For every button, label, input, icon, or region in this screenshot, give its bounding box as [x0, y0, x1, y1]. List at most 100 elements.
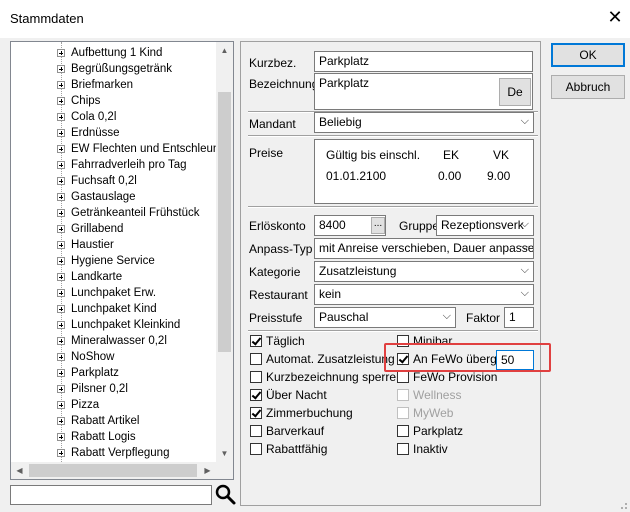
tree-item[interactable]: Pilsner 0,2l [57, 381, 128, 397]
expand-icon[interactable] [57, 433, 65, 441]
expand-icon[interactable] [57, 161, 65, 169]
search-icon[interactable] [213, 482, 237, 506]
tree-item[interactable]: Getränkeanteil Frühstück [57, 205, 199, 221]
tree-item[interactable]: Parkplatz [57, 365, 119, 381]
expand-icon[interactable] [57, 289, 65, 297]
checkbox-checked-icon[interactable] [250, 389, 262, 401]
kategorie-select[interactable]: Zusatzleistung ⌵ [314, 261, 534, 282]
tree-item[interactable]: Begrüßungsgetränk [57, 61, 172, 77]
faktor-field[interactable]: 1 [504, 307, 534, 328]
checkbox-checked-icon[interactable] [250, 407, 262, 419]
expand-icon[interactable] [57, 177, 65, 185]
expand-icon[interactable] [57, 385, 65, 393]
expand-icon[interactable] [57, 401, 65, 409]
erloeskonto-browse-button[interactable]: ... [371, 217, 385, 234]
expand-icon[interactable] [57, 65, 65, 73]
checkbox-checkboxes_right-2[interactable]: FeWo Provision [397, 370, 497, 386]
expand-icon[interactable] [57, 353, 65, 361]
checkbox-checkboxes_left-4[interactable]: Zimmerbuchung [250, 406, 353, 422]
cancel-button[interactable]: Abbruch [551, 75, 625, 99]
search-input[interactable] [10, 485, 212, 505]
expand-icon[interactable] [57, 129, 65, 137]
tree-item[interactable]: Hygiene Service [57, 253, 155, 269]
checkbox-empty-icon[interactable] [250, 443, 262, 455]
mandant-select[interactable]: Beliebig ⌵ [314, 112, 534, 133]
checkbox-empty-icon[interactable] [250, 425, 262, 437]
tree-item[interactable]: Cola 0,2l [57, 109, 116, 125]
checkbox-checkboxes_left-1[interactable]: Automat. Zusatzleistung [250, 352, 395, 368]
expand-icon[interactable] [57, 241, 65, 249]
expand-icon[interactable] [57, 113, 65, 121]
tree-item[interactable]: Rabatt Artikel [57, 413, 139, 429]
checkbox-empty-icon[interactable] [397, 425, 409, 437]
expand-icon[interactable] [57, 273, 65, 281]
preisstufe-select[interactable]: Pauschal ⌵ [314, 307, 456, 328]
resize-grip-icon[interactable] [618, 500, 628, 510]
expand-icon[interactable] [57, 193, 65, 201]
tree-item[interactable]: Lunchpaket Erw. [57, 285, 156, 301]
expand-icon[interactable] [57, 417, 65, 425]
expand-icon[interactable] [57, 97, 65, 105]
checkbox-checkboxes_left-5[interactable]: Barverkauf [250, 424, 324, 440]
preise-table[interactable]: Gültig bis einschl. EK VK 01.01.2100 0.0… [314, 139, 534, 204]
ok-button[interactable]: OK [551, 43, 625, 67]
checkbox-checkboxes_right-6[interactable]: Inaktiv [397, 442, 448, 458]
article-tree[interactable]: Aufbettung 1 Kind Begrüßungsgetränk Briefm… [10, 41, 234, 480]
tree-horizontal-scrollbar[interactable]: ◀ ▶ [11, 462, 233, 479]
tree-item[interactable]: Fuchsaft 0,2l [57, 173, 137, 189]
checkbox-checkboxes_left-2[interactable]: Kurzbezeichnung sperren [250, 370, 403, 386]
checkbox-empty-icon[interactable] [397, 443, 409, 455]
expand-icon[interactable] [57, 81, 65, 89]
tree-item[interactable]: Aufbettung 1 Kind [57, 45, 162, 61]
tree-item[interactable]: Fahrradverleih pro Tag [57, 157, 187, 173]
expand-icon[interactable] [57, 337, 65, 345]
tree-item[interactable]: Erdnüsse [57, 125, 120, 141]
tree-vscroll-thumb[interactable] [218, 92, 231, 352]
expand-icon[interactable] [57, 369, 65, 377]
anpasstyp-select[interactable]: mit Anreise verschieben, Dauer anpassen … [314, 238, 534, 259]
tree-vertical-scrollbar[interactable]: ▲ ▼ [216, 42, 233, 462]
tree-item[interactable]: Rabatt Verpflegung [57, 445, 169, 461]
checkbox-checkboxes_right-5[interactable]: Parkplatz [397, 424, 463, 440]
preisstufe-label: Preisstufe [249, 311, 303, 325]
close-icon[interactable]: ✕ [606, 8, 624, 26]
tree-item[interactable]: Chips [57, 93, 100, 109]
scroll-right-icon[interactable]: ▶ [199, 462, 216, 479]
tree-item[interactable]: Gastauslage [57, 189, 136, 205]
tree-item[interactable]: Mineralwasser 0,2l [57, 333, 167, 349]
checkbox-checked-icon[interactable] [250, 335, 262, 347]
checkbox-checkboxes_left-0[interactable]: Täglich [250, 334, 305, 350]
scroll-left-icon[interactable]: ◀ [11, 462, 28, 479]
expand-icon[interactable] [57, 321, 65, 329]
checkbox-checkboxes_left-3[interactable]: Über Nacht [250, 388, 327, 404]
expand-icon[interactable] [57, 49, 65, 57]
tree-item[interactable]: Landkarte [57, 269, 122, 285]
checkbox-empty-icon[interactable] [397, 371, 409, 383]
tree-item[interactable]: NoShow [57, 349, 114, 365]
tree-item[interactable]: Grillabend [57, 221, 123, 237]
scroll-down-icon[interactable]: ▼ [216, 445, 233, 462]
tree-item[interactable]: Briefmarken [57, 77, 133, 93]
checkbox-empty-icon[interactable] [250, 371, 262, 383]
tree-item[interactable]: Rabatt Logis [57, 429, 136, 445]
tree-item[interactable]: Pizza [57, 397, 99, 413]
tree-hscroll-thumb[interactable] [29, 464, 197, 477]
tree-item[interactable]: Lunchpaket Kind [57, 301, 157, 317]
expand-icon[interactable] [57, 225, 65, 233]
expand-icon[interactable] [57, 209, 65, 217]
expand-icon[interactable] [57, 449, 65, 457]
expand-icon[interactable] [57, 257, 65, 265]
gruppe-select[interactable]: Rezeptionsverk ⌵ [436, 215, 534, 236]
tree-item[interactable]: Haustier [57, 237, 114, 253]
checkbox-checkboxes_left-6[interactable]: Rabattfähig [250, 442, 327, 458]
expand-icon[interactable] [57, 305, 65, 313]
tree-item[interactable]: Lunchpaket Kleinkind [57, 317, 180, 333]
expand-icon[interactable] [57, 145, 65, 153]
checkbox-empty-icon[interactable] [250, 353, 262, 365]
language-button[interactable]: De [499, 78, 531, 106]
checkbox-label: Rabattfähig [266, 442, 328, 456]
tree-item[interactable]: EW Flechten und Entschleuni [57, 141, 222, 157]
restaurant-select[interactable]: kein ⌵ [314, 284, 534, 305]
scroll-up-icon[interactable]: ▲ [216, 42, 233, 59]
kurzbez-field[interactable]: Parkplatz [314, 51, 533, 72]
